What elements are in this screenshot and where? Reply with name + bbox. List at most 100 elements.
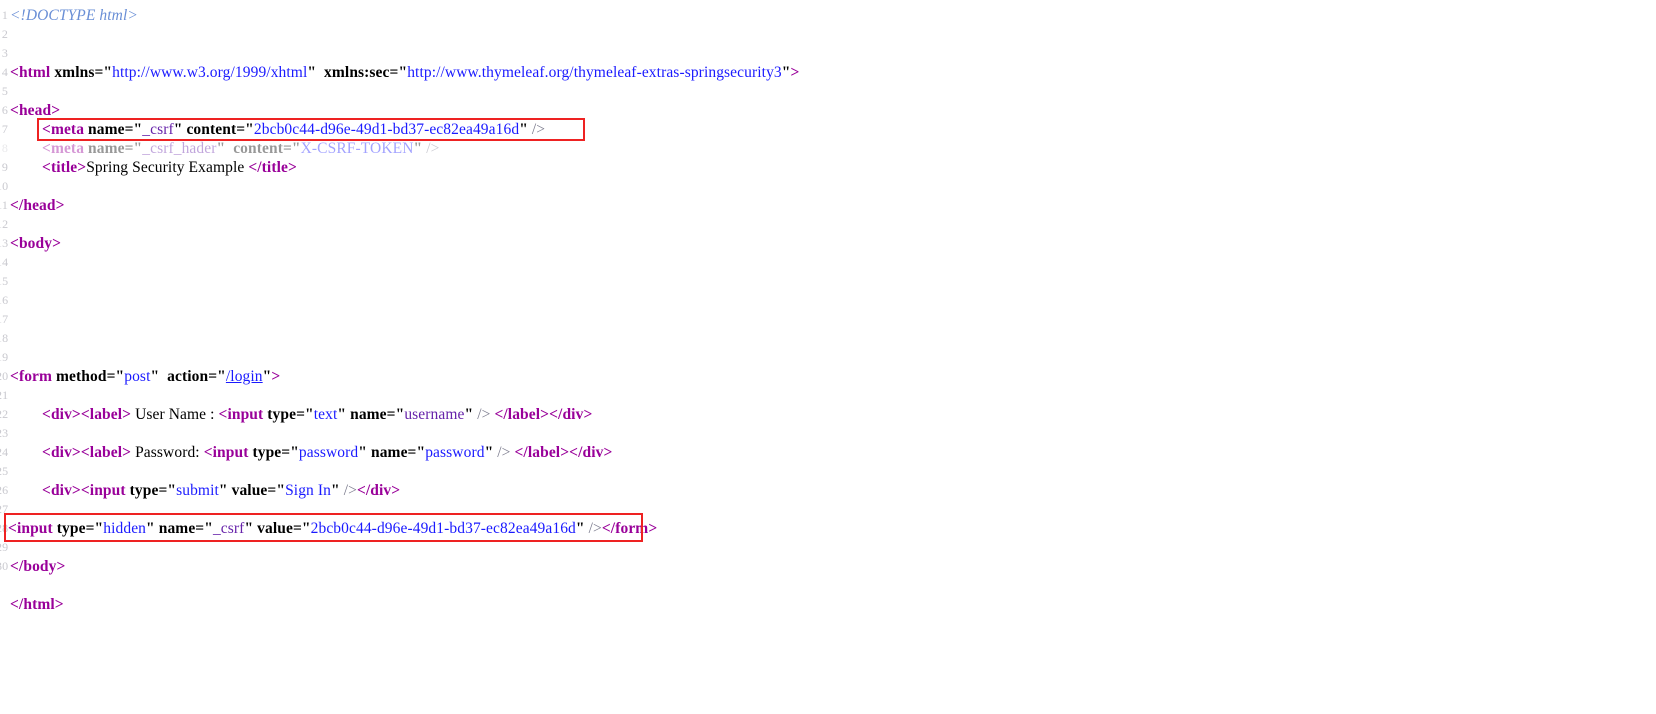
angle-open: < <box>80 406 90 423</box>
angle-open-close: </ <box>601 520 616 537</box>
tag-name-form: form <box>18 368 53 385</box>
quote-open: " <box>103 64 113 81</box>
line-number: 26 <box>0 483 8 497</box>
line-number: 24 <box>0 445 8 459</box>
tag-name-html: html <box>18 64 51 81</box>
line-number: 11 <box>0 198 8 212</box>
angle-open: < <box>10 235 19 252</box>
angle-close: > <box>583 406 593 423</box>
angle-open: < <box>203 444 213 461</box>
quote-close: " <box>781 64 791 81</box>
quote-close: " <box>464 406 474 423</box>
angle-open-close: </ <box>10 558 24 575</box>
self-closing-slash: /> <box>343 482 357 499</box>
angle-open: < <box>42 140 51 157</box>
code-line: 5 <box>0 82 16 101</box>
line-number: 20 <box>0 369 8 383</box>
line-number: 8 <box>1 141 8 155</box>
angle-close: > <box>560 444 570 461</box>
value-csrf-token: 2bcb0c44-d96e-49d1-bd37-ec82ea49a16d <box>310 520 576 537</box>
line-content-title: <title>Spring Security Example </title> <box>42 158 297 177</box>
code-line: 26 <div><input type="submit" value="Sign… <box>0 481 400 500</box>
equals-sign: = <box>292 520 302 537</box>
quote-open: " <box>291 140 301 157</box>
quote-close: " <box>331 482 340 499</box>
code-line: 10 <box>0 177 16 196</box>
angle-open: < <box>42 406 51 423</box>
angle-open: < <box>42 121 51 138</box>
quote-open: " <box>305 406 314 423</box>
password-label-text: Password: <box>131 444 204 461</box>
tag-name-label: label <box>527 444 561 461</box>
angle-open: < <box>80 444 90 461</box>
angle-close: > <box>122 406 132 423</box>
quote-open: " <box>133 140 143 157</box>
code-line: 6 <head> <box>0 101 60 120</box>
code-line: 21 <box>0 386 16 405</box>
angle-open-close: </ <box>356 482 371 499</box>
link-login-action[interactable]: /login <box>226 368 263 385</box>
quote-close: " <box>358 444 367 461</box>
code-line: 19 <box>0 348 16 367</box>
code-line: 27 <box>0 500 16 519</box>
code-line: 25 <box>0 462 16 481</box>
value-type-text: text <box>313 406 338 423</box>
value-name-username: username <box>404 406 465 423</box>
line-number: 28 <box>0 521 8 535</box>
attr-type: type <box>129 482 159 499</box>
angle-close: > <box>790 64 800 81</box>
line-content: <html xmlns="http://www.w3.org/1999/xhtm… <box>10 63 799 82</box>
angle-open-close: </ <box>569 444 583 461</box>
line-content-submit-button: <div><input type="submit" value="Sign In… <box>42 481 400 500</box>
quote-close: " <box>413 140 423 157</box>
attr-value: value <box>257 520 293 537</box>
tag-name-title: title <box>50 159 78 176</box>
line-content: </head> <box>10 196 65 215</box>
angle-open-close: </ <box>549 406 563 423</box>
attr-name: name <box>370 444 408 461</box>
angle-close: > <box>71 482 81 499</box>
line-number: 18 <box>0 331 8 345</box>
attr-xmlns-sec: xmlns:sec <box>324 64 390 81</box>
value-method-post: post <box>124 368 151 385</box>
attr-content: content <box>186 121 237 138</box>
quote-close: " <box>519 121 528 138</box>
line-content: <!DOCTYPE html> <box>10 6 138 25</box>
angle-close: > <box>71 406 81 423</box>
line-number: 23 <box>0 426 8 440</box>
line-number: 13 <box>0 236 8 250</box>
line-number: 12 <box>0 217 8 231</box>
self-closing-slash: /> <box>426 140 440 157</box>
equals-sign: = <box>386 406 396 423</box>
line-number: 16 <box>0 293 8 307</box>
tag-name-html: html <box>23 596 55 613</box>
code-line: 9 <title>Spring Security Example </title… <box>0 158 297 177</box>
angle-close: > <box>271 368 281 385</box>
quote-open: " <box>398 64 408 81</box>
line-number: 6 <box>1 103 8 117</box>
line-number: 29 <box>0 540 8 554</box>
line-number: 3 <box>1 46 8 60</box>
quote-close: " <box>337 406 347 423</box>
value-csrf-name: _csrf <box>142 121 174 138</box>
quote-open: " <box>133 121 143 138</box>
line-content: <body> <box>10 234 61 253</box>
line-number: 17 <box>0 312 8 326</box>
line-number: 15 <box>0 274 8 288</box>
value-csrf-token: 2bcb0c44-d96e-49d1-bd37-ec82ea49a16d <box>253 121 520 138</box>
attr-type: type <box>267 406 297 423</box>
quote-open: " <box>290 444 299 461</box>
quote-open: " <box>115 368 125 385</box>
code-line: 20 <form method="post" action="/login"> <box>0 367 280 386</box>
equals-sign: = <box>282 140 292 157</box>
line-number: 2 <box>1 27 8 41</box>
line-number: 7 <box>1 122 8 136</box>
angle-open: < <box>10 102 19 119</box>
line-number: 22 <box>0 407 8 421</box>
quote-close: " <box>216 140 226 157</box>
equals-sign: = <box>124 121 134 138</box>
tag-name-input: input <box>227 406 264 423</box>
tag-name-meta: meta <box>50 140 85 157</box>
tag-name-input: input <box>89 482 126 499</box>
self-closing-slash: /> <box>588 520 602 537</box>
